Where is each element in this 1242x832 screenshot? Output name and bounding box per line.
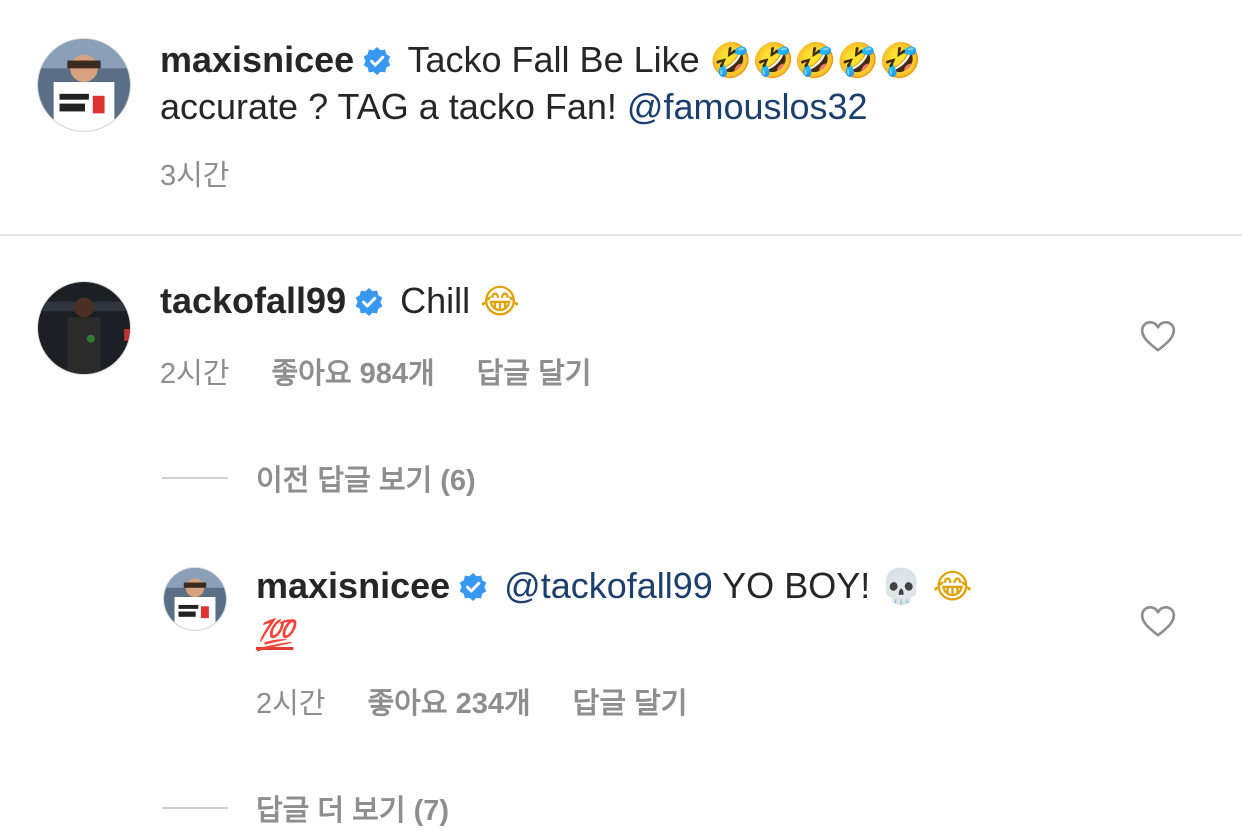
caption-text: Tacko Fall Be Like bbox=[407, 39, 700, 80]
hundred-points-emoji-icon: 💯 bbox=[256, 618, 294, 653]
laughing-emoji-icon: 😂 bbox=[480, 282, 520, 322]
reply-button[interactable]: 답글 달기 bbox=[573, 688, 688, 720]
rofl-emoji-icon: 🤣 bbox=[752, 41, 795, 81]
comment-text: Chill bbox=[400, 280, 471, 321]
divider bbox=[162, 477, 228, 479]
comment-likes[interactable]: 좋아요 984개 bbox=[272, 358, 435, 390]
comments-page: maxisnicee Tacko Fall Be Like 🤣🤣🤣🤣🤣 accu… bbox=[0, 0, 1242, 832]
reply-meta: 2시간 좋아요 234개 답글 달기 bbox=[256, 680, 729, 722]
skull-emoji-icon: 💀 bbox=[880, 567, 923, 607]
caption-mention[interactable]: @famouslos32 bbox=[627, 86, 868, 127]
caption: maxisnicee Tacko Fall Be Like 🤣🤣🤣🤣🤣 accu… bbox=[160, 37, 921, 130]
reply: maxisnicee @tackofall99 YO BOY! 💀 😂 💯 bbox=[256, 563, 972, 659]
comment-meta: 2시간 좋아요 984개 답글 달기 bbox=[160, 350, 633, 392]
comment-username[interactable]: tackofall99 bbox=[160, 280, 346, 321]
view-more-replies-button[interactable]: 답글 더 보기 (7) bbox=[162, 787, 449, 829]
reply-likes[interactable]: 좋아요 234개 bbox=[368, 688, 531, 720]
divider bbox=[162, 807, 228, 809]
verified-icon bbox=[355, 288, 383, 316]
caption-text-line2: accurate ? TAG a tacko Fan! bbox=[160, 86, 617, 127]
reply-mention[interactable]: @tackofall99 bbox=[504, 565, 713, 606]
comment-timestamp: 2시간 bbox=[160, 358, 230, 390]
avatar[interactable] bbox=[37, 38, 131, 132]
reply-username[interactable]: maxisnicee bbox=[256, 565, 450, 606]
view-previous-replies-label: 이전 답글 보기 (6) bbox=[256, 465, 476, 497]
caption-username[interactable]: maxisnicee bbox=[160, 39, 354, 80]
rofl-emoji-icon: 🤣 bbox=[836, 41, 880, 81]
view-previous-replies-button[interactable]: 이전 답글 보기 (6) bbox=[162, 457, 476, 499]
view-more-replies-label: 답글 더 보기 (7) bbox=[256, 795, 450, 827]
reply-text: YO BOY! bbox=[722, 565, 871, 606]
verified-icon bbox=[363, 47, 391, 75]
verified-icon bbox=[459, 573, 487, 601]
caption-meta: 3시간 bbox=[160, 152, 272, 194]
caption-timestamp: 3시간 bbox=[160, 160, 230, 192]
rofl-emoji-icon: 🤣 bbox=[794, 41, 837, 81]
rofl-emoji-icon: 🤣 bbox=[709, 41, 752, 81]
laughing-emoji-icon: 😂 bbox=[932, 567, 973, 607]
heart-icon[interactable] bbox=[1138, 316, 1178, 356]
heart-icon[interactable] bbox=[1138, 601, 1178, 641]
avatar[interactable] bbox=[163, 567, 227, 631]
avatar[interactable] bbox=[37, 281, 131, 375]
rofl-emoji-icon: 🤣 bbox=[879, 41, 922, 81]
comment: tackofall99 Chill 😂 bbox=[160, 278, 520, 325]
reply-timestamp: 2시간 bbox=[256, 688, 326, 720]
reply-button[interactable]: 답글 달기 bbox=[477, 358, 592, 390]
divider bbox=[0, 234, 1242, 236]
